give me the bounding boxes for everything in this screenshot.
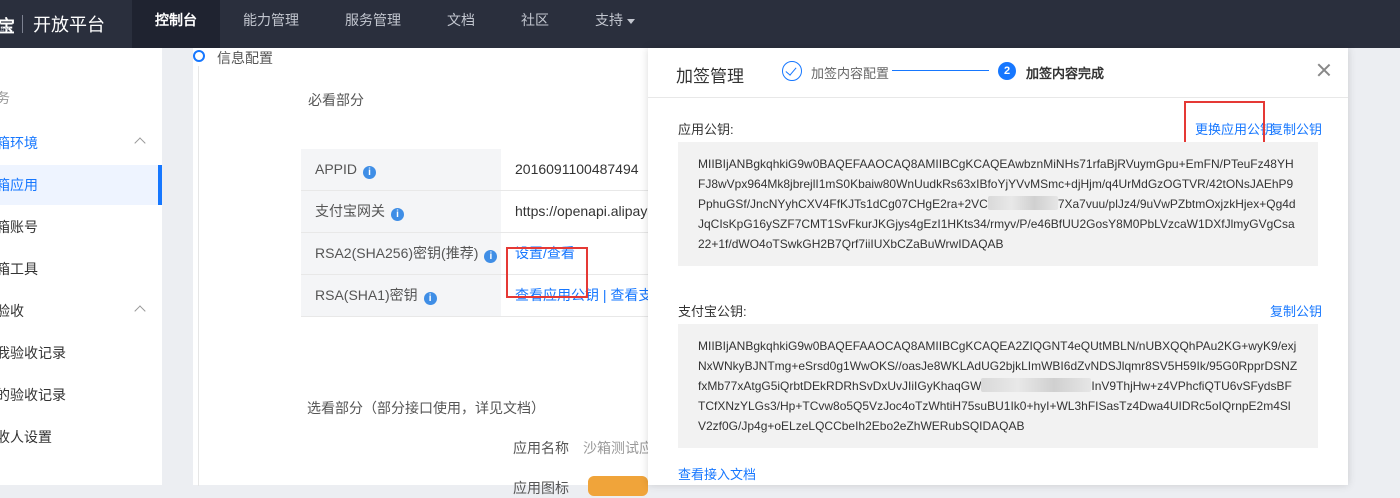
sidebar: 务 箱环境 箱应用 箱账号 箱工具 验收 我验收记录 的验收记录 收人设置 <box>0 48 162 485</box>
gateway-value: https://openapi.alipay <box>515 203 648 219</box>
row-appid: APPID i 2016091100487494 <box>301 149 663 191</box>
alipay-public-key-box[interactable]: MIIBIjANBgkqhkiG9w0BAQEFAAOCAQ8AMIIBCgKC… <box>678 324 1318 448</box>
app-public-key-box[interactable]: MIIBIjANBgkqhkiG9w0BAQEFAAOCAQ8AMIIBCgKC… <box>678 142 1318 266</box>
highlight-box <box>1184 101 1265 147</box>
check-circle-icon <box>782 61 802 81</box>
info-config-title: 信息配置 <box>217 50 273 66</box>
caret-down-icon <box>627 18 635 24</box>
nav-service-management[interactable]: 服务管理 <box>345 0 401 48</box>
info-icon[interactable]: i <box>391 208 404 221</box>
top-navigation: 宝 AY 开放平台 控制台 能力管理 服务管理 文档 社区 支持 <box>0 0 1400 48</box>
alipay-public-key-label: 支付宝公钥: <box>678 304 747 319</box>
sidebar-item-sandbox-tools[interactable]: 箱工具 <box>0 249 162 289</box>
app-icon-thumbnail <box>588 476 648 496</box>
timeline-dot-icon <box>193 50 205 62</box>
sidebar-item-sandbox-account[interactable]: 箱账号 <box>0 207 162 247</box>
sidebar-item-acceptance-records[interactable]: 的验收记录 <box>0 375 162 415</box>
redacted-area <box>987 196 1058 210</box>
info-icon[interactable]: i <box>363 166 377 179</box>
dialog-title: 加签管理 <box>676 67 744 86</box>
nav-capability-management[interactable]: 能力管理 <box>243 0 299 48</box>
row-rsa1: RSA(SHA1)密钥 i 查看应用公钥 | 查看支 <box>301 275 663 317</box>
optional-section-title: 选看部分（部分接口使用，详见文档） <box>307 400 545 416</box>
app-name-label: 应用名称 <box>513 440 569 456</box>
sidebar-item-sandbox-app[interactable]: 箱应用 <box>0 165 162 205</box>
redacted-area <box>981 378 1092 392</box>
step-connector <box>892 70 989 71</box>
info-icon[interactable]: i <box>423 292 437 305</box>
row-label: APPID i <box>301 149 501 190</box>
sidebar-item-service[interactable]: 务 <box>0 78 162 118</box>
step-2-label: 加签内容完成 <box>1026 66 1105 81</box>
sidebar-item-my-acceptance[interactable]: 我验收记录 <box>0 333 162 373</box>
app-name-value: 沙箱测试应 <box>583 440 653 456</box>
nav-support[interactable]: 支持 <box>595 0 635 48</box>
nav-support-label: 支持 <box>595 12 623 28</box>
sidebar-group-acceptance[interactable]: 验收 <box>0 291 162 331</box>
row-label: RSA2(SHA256)密钥(推荐) i <box>301 233 501 274</box>
nav-docs[interactable]: 文档 <box>447 0 475 48</box>
view-integration-docs-link[interactable]: 查看接入文档 <box>678 464 756 483</box>
appid-value: 2016091100487494 <box>515 161 639 177</box>
sidebar-item-acceptor-settings[interactable]: 收人设置 <box>0 417 162 457</box>
nav-console[interactable]: 控制台 <box>132 0 220 48</box>
sidebar-group-sandbox-env[interactable]: 箱环境 <box>0 123 162 163</box>
dialog-header: 加签管理 加签内容配置 2 加签内容完成 <box>648 48 1348 98</box>
close-icon[interactable] <box>1316 62 1332 78</box>
chevron-up-icon <box>134 305 146 317</box>
step-1-label: 加签内容配置 <box>811 66 890 81</box>
app-public-key-label: 应用公钥: <box>678 122 734 137</box>
chevron-up-icon <box>134 137 146 149</box>
row-rsa2: RSA2(SHA256)密钥(推荐) i 设置/查看 <box>301 233 663 275</box>
nav-community[interactable]: 社区 <box>521 0 549 48</box>
logo-subtext: AY <box>0 27 11 34</box>
signing-management-dialog: 加签管理 加签内容配置 2 加签内容完成 应用公钥: 更换应用公钥 复制公钥 M… <box>648 48 1348 485</box>
logo-text: 开放平台 <box>33 15 105 35</box>
copy-alipay-key-link[interactable]: 复制公钥 <box>1270 301 1322 320</box>
main-content: 信息配置 必看部分 APPID i 2016091100487494 支付宝网关 i… <box>193 48 663 496</box>
copy-app-key-link[interactable]: 复制公钥 <box>1270 119 1322 138</box>
row-label: 支付宝网关 i <box>301 191 501 232</box>
required-section-title: 必看部分 <box>308 92 364 108</box>
highlight-box <box>506 247 588 298</box>
timeline-line <box>198 66 199 486</box>
logo[interactable]: 宝 AY 开放平台 <box>0 0 132 48</box>
app-icon-label: 应用图标 <box>513 480 569 496</box>
row-label: RSA(SHA1)密钥 i <box>301 275 501 316</box>
logo-divider <box>22 15 23 33</box>
info-icon[interactable]: i <box>484 250 498 263</box>
row-gateway: 支付宝网关 i https://openapi.alipay <box>301 191 663 233</box>
step-2-number: 2 <box>998 62 1016 80</box>
